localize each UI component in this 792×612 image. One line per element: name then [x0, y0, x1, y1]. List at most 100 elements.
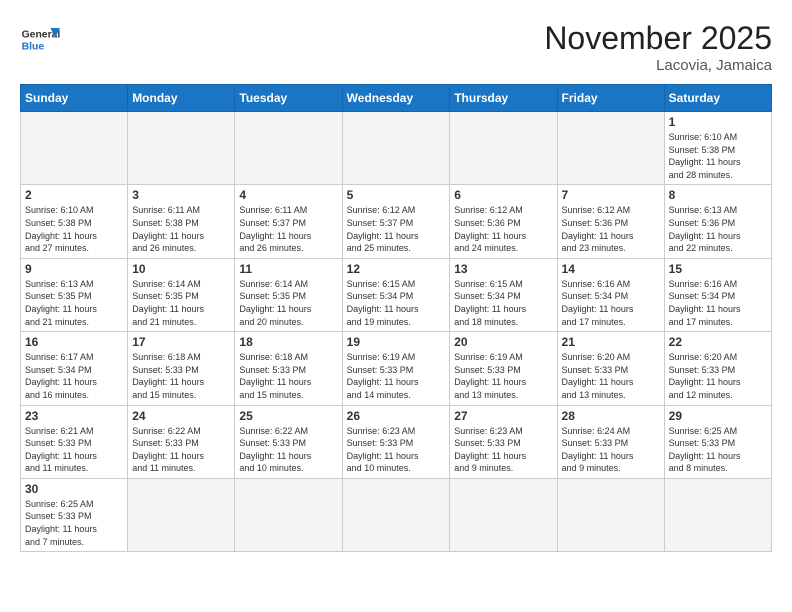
calendar-week-row: 9 Sunrise: 6:13 AM Sunset: 5:35 PM Daylig…: [21, 258, 772, 331]
calendar-table: SundayMondayTuesdayWednesdayThursdayFrid…: [20, 84, 772, 552]
day-number: 19: [347, 335, 446, 349]
day-number: 20: [454, 335, 552, 349]
title-block: November 2025 Lacovia, Jamaica: [544, 20, 772, 74]
day-number: 1: [669, 115, 767, 129]
day-number: 30: [25, 482, 123, 496]
col-header-thursday: Thursday: [450, 85, 557, 112]
calendar-cell: 15 Sunrise: 6:16 AM Sunset: 5:34 PM Dayli…: [664, 258, 771, 331]
col-header-tuesday: Tuesday: [235, 85, 342, 112]
calendar-cell: 28 Sunrise: 6:24 AM Sunset: 5:33 PM Dayli…: [557, 405, 664, 478]
day-info: Sunrise: 6:19 AM Sunset: 5:33 PM Dayligh…: [454, 351, 552, 401]
calendar-cell: 20 Sunrise: 6:19 AM Sunset: 5:33 PM Dayli…: [450, 332, 557, 405]
day-info: Sunrise: 6:12 AM Sunset: 5:37 PM Dayligh…: [347, 204, 446, 254]
day-number: 21: [562, 335, 660, 349]
day-info: Sunrise: 6:24 AM Sunset: 5:33 PM Dayligh…: [562, 425, 660, 475]
day-number: 13: [454, 262, 552, 276]
calendar-cell: 30 Sunrise: 6:25 AM Sunset: 5:33 PM Dayli…: [21, 478, 128, 551]
calendar-cell: 9 Sunrise: 6:13 AM Sunset: 5:35 PM Daylig…: [21, 258, 128, 331]
calendar-week-row: 23 Sunrise: 6:21 AM Sunset: 5:33 PM Dayli…: [21, 405, 772, 478]
calendar-cell: 18 Sunrise: 6:18 AM Sunset: 5:33 PM Dayli…: [235, 332, 342, 405]
calendar-cell: [128, 478, 235, 551]
day-number: 9: [25, 262, 123, 276]
day-info: Sunrise: 6:11 AM Sunset: 5:38 PM Dayligh…: [132, 204, 230, 254]
calendar-week-row: 2Sunrise: 6:10 AM Sunset: 5:38 PM Daylig…: [21, 185, 772, 258]
calendar-cell: 10Sunrise: 6:14 AM Sunset: 5:35 PM Dayli…: [128, 258, 235, 331]
day-number: 11: [239, 262, 337, 276]
day-info: Sunrise: 6:10 AM Sunset: 5:38 PM Dayligh…: [669, 131, 767, 181]
day-info: Sunrise: 6:25 AM Sunset: 5:33 PM Dayligh…: [25, 498, 123, 548]
day-info: Sunrise: 6:17 AM Sunset: 5:34 PM Dayligh…: [25, 351, 123, 401]
calendar-cell: [235, 112, 342, 185]
day-number: 25: [239, 409, 337, 423]
svg-text:Blue: Blue: [22, 42, 45, 53]
calendar-cell: 1 Sunrise: 6:10 AM Sunset: 5:38 PM Daylig…: [664, 112, 771, 185]
calendar-cell: 26 Sunrise: 6:23 AM Sunset: 5:33 PM Dayli…: [342, 405, 450, 478]
calendar-cell: 7 Sunrise: 6:12 AM Sunset: 5:36 PM Daylig…: [557, 185, 664, 258]
calendar-cell: 3 Sunrise: 6:11 AM Sunset: 5:38 PM Daylig…: [128, 185, 235, 258]
logo-icon: General Blue: [20, 20, 60, 60]
day-number: 24: [132, 409, 230, 423]
calendar-cell: 8Sunrise: 6:13 AM Sunset: 5:36 PM Daylig…: [664, 185, 771, 258]
calendar-cell: [342, 478, 450, 551]
day-info: Sunrise: 6:21 AM Sunset: 5:33 PM Dayligh…: [25, 425, 123, 475]
col-header-saturday: Saturday: [664, 85, 771, 112]
day-info: Sunrise: 6:19 AM Sunset: 5:33 PM Dayligh…: [347, 351, 446, 401]
day-number: 23: [25, 409, 123, 423]
calendar-cell: 2Sunrise: 6:10 AM Sunset: 5:38 PM Daylig…: [21, 185, 128, 258]
page-header: General Blue November 2025 Lacovia, Jama…: [20, 20, 772, 74]
col-header-sunday: Sunday: [21, 85, 128, 112]
calendar-cell: 13 Sunrise: 6:15 AM Sunset: 5:34 PM Dayli…: [450, 258, 557, 331]
day-info: Sunrise: 6:14 AM Sunset: 5:35 PM Dayligh…: [132, 278, 230, 328]
day-number: 15: [669, 262, 767, 276]
calendar-cell: 19 Sunrise: 6:19 AM Sunset: 5:33 PM Dayli…: [342, 332, 450, 405]
day-info: Sunrise: 6:15 AM Sunset: 5:34 PM Dayligh…: [347, 278, 446, 328]
day-number: 28: [562, 409, 660, 423]
day-info: Sunrise: 6:20 AM Sunset: 5:33 PM Dayligh…: [562, 351, 660, 401]
calendar-cell: 24Sunrise: 6:22 AM Sunset: 5:33 PM Dayli…: [128, 405, 235, 478]
day-info: Sunrise: 6:12 AM Sunset: 5:36 PM Dayligh…: [562, 204, 660, 254]
calendar-cell: 12 Sunrise: 6:15 AM Sunset: 5:34 PM Dayli…: [342, 258, 450, 331]
day-info: Sunrise: 6:23 AM Sunset: 5:33 PM Dayligh…: [347, 425, 446, 475]
day-info: Sunrise: 6:11 AM Sunset: 5:37 PM Dayligh…: [239, 204, 337, 254]
calendar-cell: [557, 478, 664, 551]
day-info: Sunrise: 6:13 AM Sunset: 5:35 PM Dayligh…: [25, 278, 123, 328]
calendar-cell: 6Sunrise: 6:12 AM Sunset: 5:36 PM Daylig…: [450, 185, 557, 258]
day-info: Sunrise: 6:25 AM Sunset: 5:33 PM Dayligh…: [669, 425, 767, 475]
calendar-cell: [664, 478, 771, 551]
day-number: 26: [347, 409, 446, 423]
calendar-cell: [128, 112, 235, 185]
day-info: Sunrise: 6:13 AM Sunset: 5:36 PM Dayligh…: [669, 204, 767, 254]
day-info: Sunrise: 6:16 AM Sunset: 5:34 PM Dayligh…: [562, 278, 660, 328]
calendar-header-row: SundayMondayTuesdayWednesdayThursdayFrid…: [21, 85, 772, 112]
day-info: Sunrise: 6:18 AM Sunset: 5:33 PM Dayligh…: [239, 351, 337, 401]
day-info: Sunrise: 6:15 AM Sunset: 5:34 PM Dayligh…: [454, 278, 552, 328]
col-header-monday: Monday: [128, 85, 235, 112]
day-info: Sunrise: 6:14 AM Sunset: 5:35 PM Dayligh…: [239, 278, 337, 328]
calendar-cell: 11 Sunrise: 6:14 AM Sunset: 5:35 PM Dayli…: [235, 258, 342, 331]
day-number: 3: [132, 188, 230, 202]
calendar-week-row: 30 Sunrise: 6:25 AM Sunset: 5:33 PM Dayli…: [21, 478, 772, 551]
day-info: Sunrise: 6:16 AM Sunset: 5:34 PM Dayligh…: [669, 278, 767, 328]
calendar-cell: [450, 112, 557, 185]
day-number: 7: [562, 188, 660, 202]
day-number: 6: [454, 188, 552, 202]
day-number: 22: [669, 335, 767, 349]
day-info: Sunrise: 6:10 AM Sunset: 5:38 PM Dayligh…: [25, 204, 123, 254]
day-number: 29: [669, 409, 767, 423]
calendar-cell: 25Sunrise: 6:22 AM Sunset: 5:33 PM Dayli…: [235, 405, 342, 478]
calendar-cell: 17Sunrise: 6:18 AM Sunset: 5:33 PM Dayli…: [128, 332, 235, 405]
day-number: 16: [25, 335, 123, 349]
calendar-week-row: 16 Sunrise: 6:17 AM Sunset: 5:34 PM Dayli…: [21, 332, 772, 405]
day-info: Sunrise: 6:23 AM Sunset: 5:33 PM Dayligh…: [454, 425, 552, 475]
day-number: 12: [347, 262, 446, 276]
calendar-cell: 27Sunrise: 6:23 AM Sunset: 5:33 PM Dayli…: [450, 405, 557, 478]
day-number: 18: [239, 335, 337, 349]
calendar-cell: 16 Sunrise: 6:17 AM Sunset: 5:34 PM Dayli…: [21, 332, 128, 405]
month-title: November 2025: [544, 20, 772, 57]
day-number: 14: [562, 262, 660, 276]
day-info: Sunrise: 6:18 AM Sunset: 5:33 PM Dayligh…: [132, 351, 230, 401]
calendar-cell: 22 Sunrise: 6:20 AM Sunset: 5:33 PM Dayli…: [664, 332, 771, 405]
day-info: Sunrise: 6:20 AM Sunset: 5:33 PM Dayligh…: [669, 351, 767, 401]
calendar-cell: [557, 112, 664, 185]
col-header-wednesday: Wednesday: [342, 85, 450, 112]
